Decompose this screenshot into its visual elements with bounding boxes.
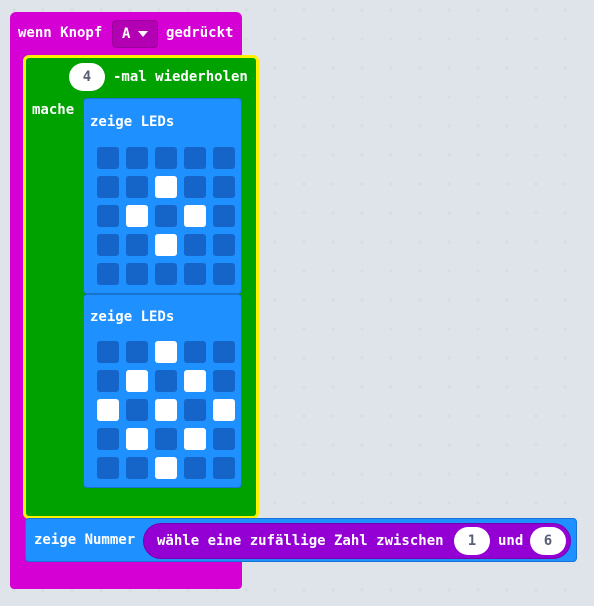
show-leds-label: zeige LEDs (90, 309, 175, 325)
led-cell-on[interactable] (155, 176, 177, 198)
led-cell-off[interactable] (97, 370, 119, 392)
random-number-block[interactable]: wähle eine zufällige Zahl zwischen 1 und… (143, 523, 571, 559)
led-cell-off[interactable] (97, 205, 119, 227)
led-cell-off[interactable] (155, 205, 177, 227)
show-leds-block[interactable]: zeige LEDs (83, 294, 242, 488)
led-grid[interactable] (97, 147, 237, 287)
repeat-do-label: mache (32, 102, 75, 118)
and-label: und (498, 533, 524, 549)
button-dropdown[interactable]: A (112, 20, 158, 48)
led-cell-off[interactable] (97, 176, 119, 198)
repeat-count-input[interactable]: 4 (69, 63, 105, 91)
led-cell-off[interactable] (97, 341, 119, 363)
led-cell-off[interactable] (155, 263, 177, 285)
led-cell-off[interactable] (126, 147, 148, 169)
led-cell-off[interactable] (126, 399, 148, 421)
led-cell-off[interactable] (213, 428, 235, 450)
led-cell-off[interactable] (126, 341, 148, 363)
led-cell-on[interactable] (184, 370, 206, 392)
random-label: wähle eine zufällige Zahl zwischen (157, 533, 444, 549)
button-dropdown-value: A (122, 26, 131, 42)
led-cell-on[interactable] (155, 457, 177, 479)
led-cell-off[interactable] (97, 234, 119, 256)
led-cell-on[interactable] (213, 399, 235, 421)
led-cell-off[interactable] (97, 457, 119, 479)
led-cell-off[interactable] (126, 263, 148, 285)
show-number-block[interactable]: zeige Nummer wähle eine zufällige Zahl z… (25, 518, 577, 562)
led-cell-off[interactable] (126, 457, 148, 479)
led-cell-off[interactable] (184, 147, 206, 169)
led-cell-off[interactable] (213, 341, 235, 363)
led-cell-off[interactable] (126, 234, 148, 256)
led-cell-on[interactable] (126, 370, 148, 392)
led-cell-on[interactable] (97, 399, 119, 421)
led-cell-off[interactable] (155, 428, 177, 450)
led-cell-off[interactable] (184, 457, 206, 479)
show-leds-label: zeige LEDs (90, 114, 175, 130)
led-cell-off[interactable] (213, 370, 235, 392)
led-cell-off[interactable] (213, 147, 235, 169)
led-cell-on[interactable] (155, 341, 177, 363)
random-min-input[interactable]: 1 (454, 527, 490, 555)
led-cell-off[interactable] (213, 457, 235, 479)
led-cell-off[interactable] (97, 147, 119, 169)
led-cell-on[interactable] (126, 428, 148, 450)
show-number-label: zeige Nummer (34, 532, 136, 548)
led-cell-off[interactable] (213, 176, 235, 198)
random-max-input[interactable]: 6 (530, 527, 566, 555)
chevron-down-icon (138, 31, 148, 37)
led-cell-off[interactable] (213, 263, 235, 285)
led-cell-off[interactable] (97, 428, 119, 450)
led-cell-off[interactable] (155, 370, 177, 392)
led-cell-off[interactable] (184, 176, 206, 198)
led-cell-off[interactable] (97, 263, 119, 285)
led-cell-off[interactable] (184, 234, 206, 256)
led-cell-off[interactable] (126, 176, 148, 198)
led-cell-on[interactable] (126, 205, 148, 227)
led-cell-on[interactable] (155, 234, 177, 256)
led-cell-off[interactable] (184, 341, 206, 363)
led-cell-on[interactable] (184, 428, 206, 450)
led-cell-off[interactable] (184, 399, 206, 421)
led-cell-off[interactable] (155, 147, 177, 169)
event-suffix-label: gedrückt (166, 25, 234, 41)
led-cell-off[interactable] (213, 234, 235, 256)
repeat-label: -mal wiederholen (113, 69, 248, 85)
led-cell-off[interactable] (184, 263, 206, 285)
led-cell-on[interactable] (184, 205, 206, 227)
led-cell-on[interactable] (155, 399, 177, 421)
show-leds-block[interactable]: zeige LEDs (83, 98, 242, 294)
event-prefix-label: wenn Knopf (18, 25, 103, 41)
led-grid[interactable] (97, 341, 237, 481)
led-cell-off[interactable] (213, 205, 235, 227)
